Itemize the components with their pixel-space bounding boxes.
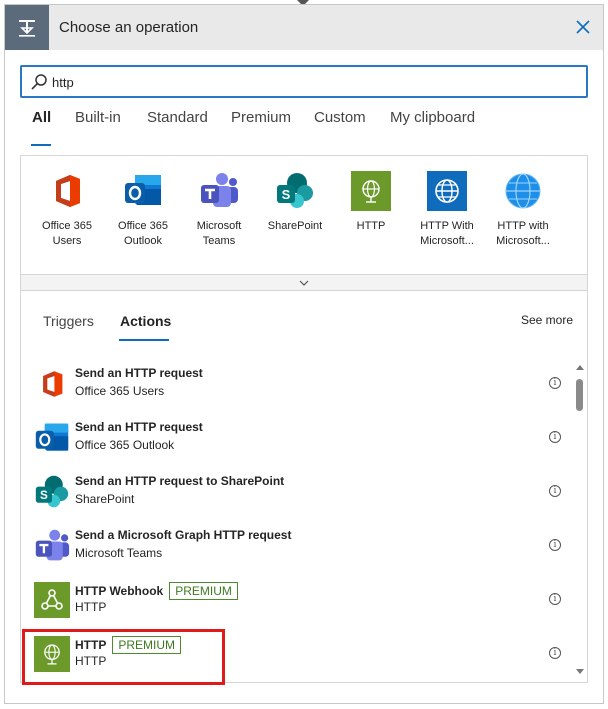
active-subtab-indicator (119, 339, 169, 341)
tab-built-in[interactable]: Built-in (75, 109, 121, 126)
svg-text:S: S (282, 187, 291, 202)
http-with-microsoft-globe-icon (503, 171, 543, 211)
office365-icon (47, 171, 87, 211)
connector-label: SharePoint (267, 220, 323, 232)
subtab-actions[interactable]: Actions (120, 313, 171, 329)
tab-standard[interactable]: Standard (147, 109, 208, 126)
connector-gallery: Office 365 Users Office 365 Outlook Micr… (20, 155, 588, 291)
svg-text:S: S (40, 489, 48, 502)
scroll-up-arrow-icon[interactable] (576, 365, 584, 370)
action-title: Send an HTTP request to SharePoint (75, 474, 285, 488)
office365-icon (34, 366, 70, 402)
choose-operation-panel: Choose an operation All Built-in Standar… (4, 4, 604, 704)
sharepoint-icon: S (275, 171, 315, 211)
action-title: HTTP PREMIUM (75, 636, 182, 654)
search-icon (31, 74, 47, 90)
connector-office365-users[interactable]: Office 365 Users (29, 171, 105, 249)
list-item[interactable]: Send an HTTP request Office 365 Outlook … (21, 411, 571, 465)
connector-office365-outlook[interactable]: Office 365 Outlook (105, 171, 181, 249)
connector-sharepoint[interactable]: S SharePoint (257, 171, 333, 234)
action-title: Send an HTTP request (75, 366, 203, 380)
info-icon[interactable]: i (549, 647, 561, 659)
connector-label: HTTP (356, 220, 386, 232)
close-icon[interactable] (571, 15, 595, 39)
expand-connectors-button[interactable] (21, 274, 587, 290)
teams-icon (34, 528, 70, 564)
chevron-down-icon (299, 280, 309, 286)
http-globe-icon (351, 171, 391, 211)
connector-microsoft-teams[interactable]: Microsoft Teams (181, 171, 257, 249)
connector-trigger-icon (5, 5, 49, 50)
tab-custom[interactable]: Custom (314, 109, 366, 126)
connector-http-with-microsoft-entra-preauthorized[interactable]: HTTP with Microsoft... (485, 171, 561, 249)
list-item[interactable]: HTTP Webhook PREMIUM HTTP i (21, 573, 571, 627)
action-connector: HTTP (75, 654, 107, 668)
action-title: Send a Microsoft Graph HTTP request (75, 528, 292, 542)
action-connector: HTTP (75, 600, 107, 614)
action-connector: Office 365 Users (75, 384, 165, 398)
subtab-triggers[interactable]: Triggers (43, 313, 94, 329)
action-title-text: HTTP Webhook (75, 584, 164, 598)
info-icon[interactable]: i (549, 377, 561, 389)
info-icon[interactable]: i (549, 539, 561, 551)
outlook-icon (34, 420, 70, 456)
connector-http-with-microsoft-entra[interactable]: HTTP With Microsoft... (409, 171, 485, 249)
premium-badge: PREMIUM (169, 582, 238, 600)
actions-scrollbar[interactable] (575, 365, 585, 677)
scroll-down-arrow-icon[interactable] (576, 669, 584, 674)
action-title: HTTP Webhook PREMIUM (75, 582, 238, 600)
info-icon[interactable]: i (549, 593, 561, 605)
list-item[interactable]: Send a Microsoft Graph HTTP request Micr… (21, 519, 571, 573)
tab-my-clipboard[interactable]: My clipboard (390, 109, 475, 126)
action-connector: Microsoft Teams (75, 546, 163, 560)
list-item[interactable]: S Send an HTTP request to SharePoint Sha… (21, 465, 571, 519)
connector-label: Microsoft Teams (196, 220, 242, 247)
list-item[interactable]: Send an HTTP request Office 365 Users i (21, 357, 571, 411)
action-title: Send an HTTP request (75, 420, 203, 434)
premium-badge: PREMIUM (112, 636, 182, 654)
connector-http[interactable]: HTTP (333, 171, 409, 234)
connector-label: Office 365 Users (42, 220, 92, 247)
scroll-thumb[interactable] (576, 379, 583, 411)
search-input[interactable] (52, 71, 572, 93)
operations-panel: Triggers Actions See more Send an HTTP r… (20, 291, 588, 683)
tab-premium[interactable]: Premium (231, 109, 291, 126)
http-with-microsoft-icon (427, 171, 467, 211)
sharepoint-icon: S (34, 474, 70, 510)
action-title-text: HTTP (75, 638, 107, 652)
action-connector: SharePoint (75, 492, 135, 506)
see-more-link[interactable]: See more (521, 313, 573, 327)
connector-label: HTTP With Microsoft... (420, 220, 474, 247)
active-tab-indicator (31, 144, 51, 146)
info-icon[interactable]: i (549, 485, 561, 497)
connector-label: Office 365 Outlook (118, 220, 168, 247)
tab-all[interactable]: All (32, 109, 51, 126)
connector-label: HTTP with Microsoft... (496, 220, 550, 247)
webhook-icon (34, 582, 70, 618)
action-connector: Office 365 Outlook (75, 438, 175, 452)
teams-icon (199, 171, 239, 211)
search-box[interactable] (20, 65, 588, 98)
http-globe-icon (34, 636, 70, 672)
outlook-icon (123, 171, 163, 211)
panel-title: Choose an operation (59, 19, 199, 36)
info-icon[interactable]: i (549, 431, 561, 443)
list-item[interactable]: HTTP PREMIUM HTTP i (21, 627, 571, 681)
panel-header: Choose an operation (5, 5, 603, 50)
